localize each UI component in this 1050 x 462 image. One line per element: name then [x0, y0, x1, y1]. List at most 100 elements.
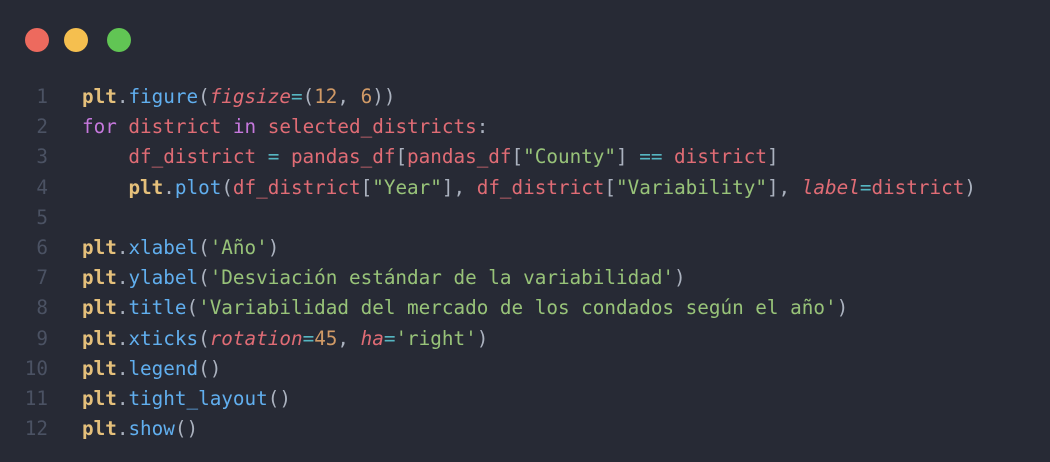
line-number: 2 [36, 115, 48, 139]
code-token: () [267, 386, 291, 410]
code-line-content: plt.title('Variabilidad del mercado de l… [82, 293, 848, 323]
code-token: () [198, 356, 222, 380]
code-token: == [639, 145, 663, 169]
code-token: ) [674, 266, 686, 290]
code-token: df_district [476, 175, 605, 199]
code-token: . [116, 356, 129, 380]
code-token: 12 [314, 85, 338, 108]
code-token: plt [82, 417, 117, 441]
window-titlebar [0, 0, 1050, 70]
code-token: : [476, 115, 489, 139]
code-token: xlabel [128, 235, 199, 259]
line-number: 12 [24, 417, 48, 441]
code-token: legend [128, 356, 199, 380]
line-number: 3 [36, 145, 48, 169]
code-token: [ [395, 145, 408, 169]
code-token: ] [766, 145, 779, 169]
code-token: [ [604, 175, 617, 199]
line-number: 11 [24, 386, 48, 410]
code-token: "Year" [372, 175, 442, 199]
code-line-content: for district in selected_districts: [82, 112, 488, 142]
code-token: plt [82, 266, 117, 290]
line-number: 8 [36, 296, 48, 320]
code-token: figure [128, 85, 199, 108]
code-line: 12 plt.show() [0, 414, 1050, 444]
line-number: 7 [36, 266, 48, 290]
code-token: , [337, 326, 361, 350]
code-token: 'Variabilidad del mercado de los condado… [198, 296, 837, 320]
code-line-content: plt.xlabel('Año') [82, 233, 279, 263]
code-token: . [116, 235, 129, 259]
code-token: = [383, 326, 396, 350]
code-token: 'right' [395, 326, 477, 350]
code-token: ) [476, 326, 489, 350]
code-line: 3 df_district = pandas_df[pandas_df["Cou… [0, 142, 1050, 172]
code-token: district [871, 175, 965, 199]
code-token: ) [836, 296, 849, 320]
code-line: 10 plt.legend() [0, 354, 1050, 384]
code-token: tight_layout [128, 386, 268, 410]
code-token: label [801, 175, 860, 199]
code-token: figsize [209, 85, 291, 108]
code-token: in [232, 115, 257, 139]
code-line: 7 plt.ylabel('Desviación estándar de la v… [0, 263, 1050, 293]
code-token: . [116, 386, 129, 410]
code-line: 9 plt.xticks(rotation=45, ha='right') [0, 324, 1050, 354]
code-window: 1 plt.figure(figsize=(12, 6)) 2 for distric… [0, 0, 1050, 462]
code-token: plot [174, 175, 222, 199]
line-number: 5 [36, 205, 48, 229]
code-line: 5 [0, 203, 1050, 233]
code-line-content: plt.legend() [82, 354, 221, 384]
code-line-content: plt.xticks(rotation=45, ha='right') [82, 324, 488, 354]
code-line: 6 plt.xlabel('Año') [0, 233, 1050, 263]
code-token: pandas_df [279, 145, 396, 169]
code-token: ( [198, 266, 210, 290]
code-token: ], [766, 175, 802, 199]
code-line-content: plt.figure(figsize=(12, 6)) [82, 82, 395, 112]
code-token: [ [511, 145, 524, 169]
code-token: selected_districts [256, 115, 477, 139]
maximize-window-button[interactable] [107, 28, 131, 52]
code-line-content: plt.ylabel('Desviación estándar de la va… [82, 263, 686, 293]
code-token: = [302, 326, 315, 350]
code-token: "Variability" [616, 175, 767, 199]
code-token: ( [302, 85, 315, 108]
code-token: ( [198, 235, 210, 259]
code-token: 'Desviación estándar de la variabilidad' [209, 266, 675, 290]
line-number: 4 [36, 175, 48, 199]
code-token: df_district [82, 145, 268, 169]
code-line-content: plt.show() [82, 414, 198, 444]
code-token: . [116, 326, 129, 350]
code-token: ( [221, 175, 233, 199]
code-token: . [116, 266, 129, 290]
code-token: plt [82, 296, 117, 320]
code-token: [ [360, 175, 373, 199]
code-token: ha [360, 326, 384, 350]
code-token: plt [128, 175, 164, 199]
code-token: district [116, 115, 233, 139]
line-number: 1 [36, 85, 48, 108]
line-number: 9 [36, 326, 48, 350]
code-token: = [859, 175, 872, 199]
code-token: district [662, 145, 767, 169]
code-token: ( [198, 85, 210, 108]
code-line-content: df_district = pandas_df[pandas_df["Count… [82, 142, 779, 172]
minimize-window-button[interactable] [64, 28, 88, 52]
code-token: title [128, 296, 187, 320]
code-token: ) [267, 235, 280, 259]
code-token: plt [82, 326, 117, 350]
code-editor[interactable]: 1 plt.figure(figsize=(12, 6)) 2 for distric… [0, 82, 1050, 444]
code-line-content: plt.tight_layout() [82, 384, 291, 414]
code-line: 11 plt.tight_layout() [0, 384, 1050, 414]
code-token: ], [441, 175, 477, 199]
code-token: . [116, 85, 129, 108]
code-line: 4 plt.plot(df_district["Year"], df_distr… [0, 173, 1050, 203]
code-token: ( [198, 326, 210, 350]
code-token: )) [372, 85, 396, 108]
code-line: 2 for district in selected_districts: [0, 112, 1050, 142]
code-token: "County" [523, 145, 617, 169]
code-token: plt [82, 85, 117, 108]
code-line-content: plt.plot(df_district["Year"], df_distric… [82, 173, 976, 203]
close-window-button[interactable] [25, 28, 49, 52]
code-token: ) [964, 175, 976, 199]
